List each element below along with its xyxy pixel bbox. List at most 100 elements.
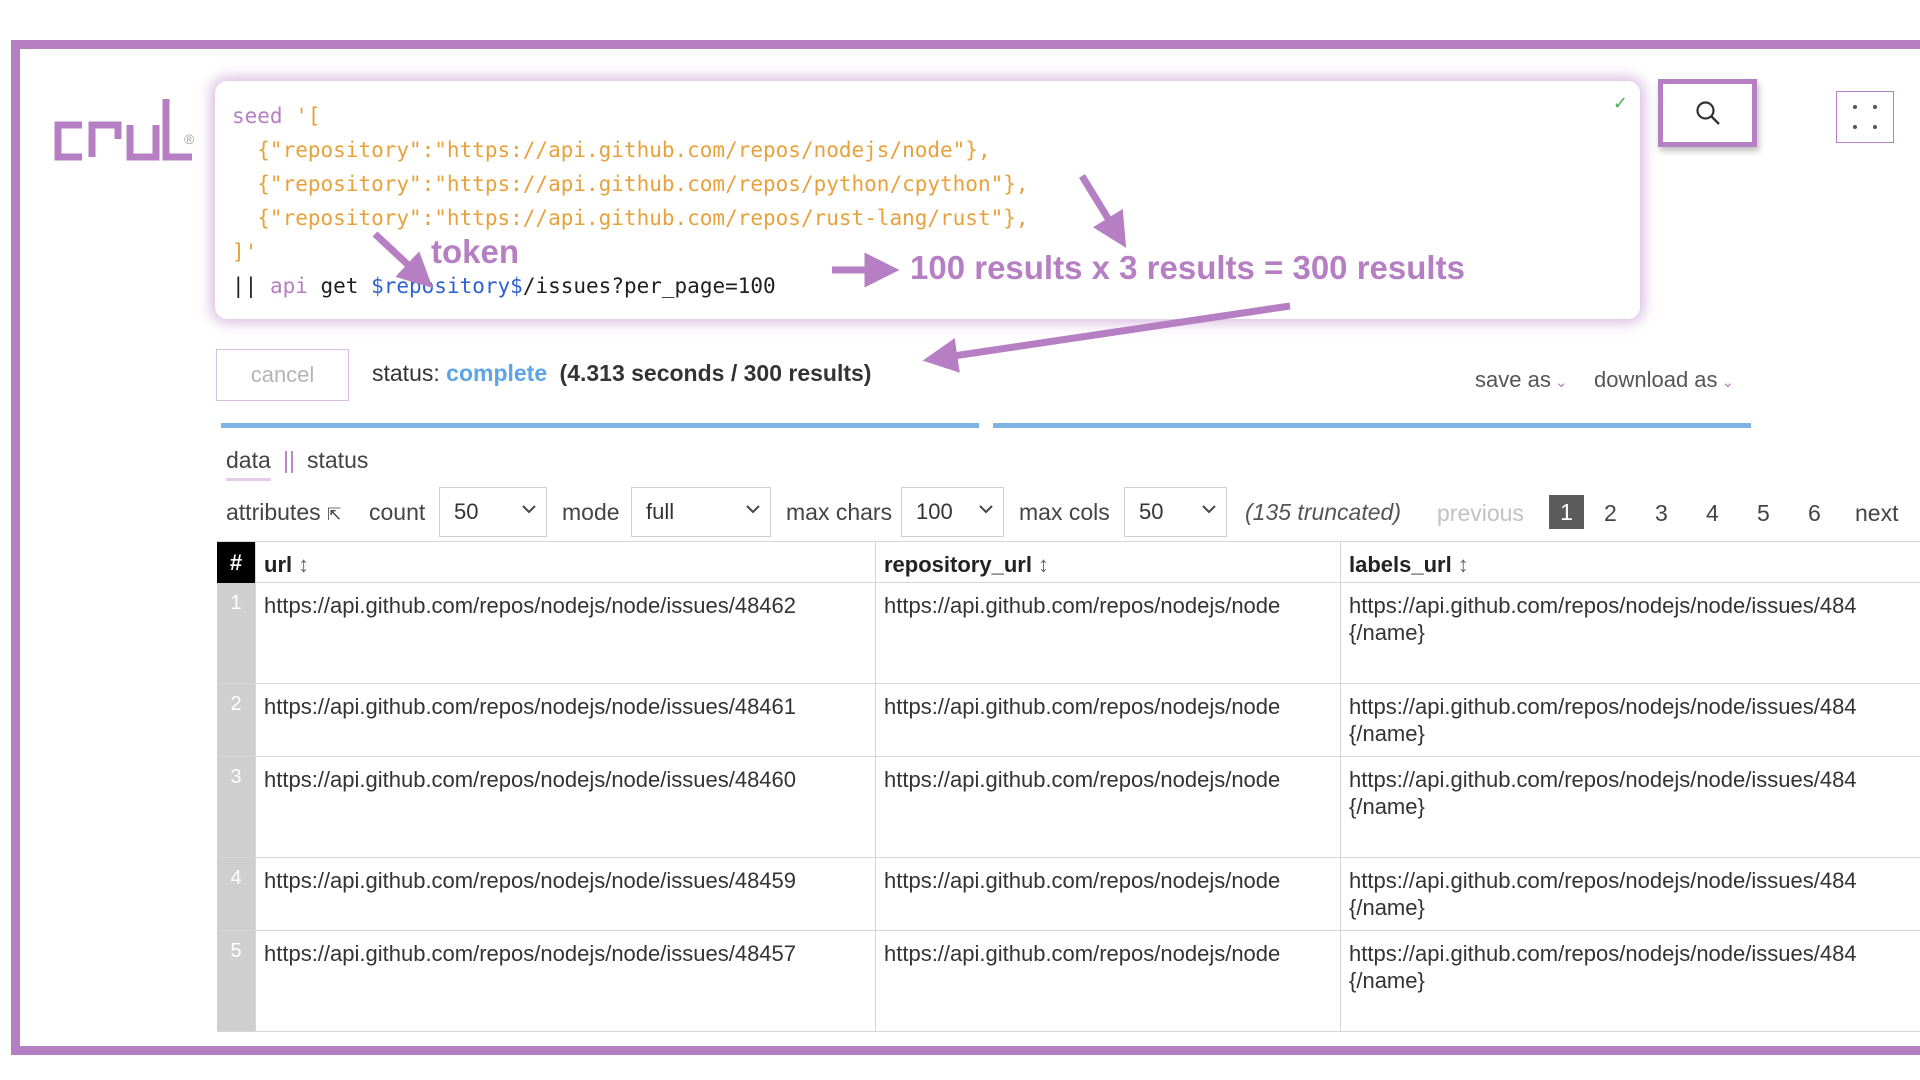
cell-repository-url: https://api.github.com/repos/nodejs/node xyxy=(875,583,1340,683)
max-cols-label: max cols xyxy=(1019,499,1110,525)
max-chars-value: 100 xyxy=(916,499,953,524)
editor-line: {"repository":"https://api.github.com/re… xyxy=(232,133,1640,167)
keyword-seed: seed xyxy=(232,104,283,128)
tab-data[interactable]: data xyxy=(226,447,271,481)
max-chars-label: max chars xyxy=(786,499,893,525)
table-row[interactable]: 4 https://api.github.com/repos/nodejs/no… xyxy=(217,858,1920,931)
cell-repository-url: https://api.github.com/repos/nodejs/node xyxy=(875,931,1340,1031)
pipe-operator: || xyxy=(232,274,270,298)
save-as-dropdown[interactable]: save as ⌄ xyxy=(1475,367,1567,393)
column-name: url xyxy=(264,552,293,577)
tab-separator: || xyxy=(283,447,295,473)
download-as-label: download as xyxy=(1594,367,1718,392)
row-index: 3 xyxy=(217,757,255,857)
cell-line: https://api.github.com/repos/nodejs/node… xyxy=(1349,868,1857,893)
column-header-labels-url[interactable]: labels_url ↕ xyxy=(1340,542,1920,584)
download-as-dropdown[interactable]: download as ⌄ xyxy=(1594,367,1734,393)
cell-line: {/name} xyxy=(1349,721,1425,746)
row-index: 5 xyxy=(217,931,255,1031)
column-header-url[interactable]: url ↕ xyxy=(255,542,875,584)
editor-line: {"repository":"https://api.github.com/re… xyxy=(232,167,1640,201)
row-index: 1 xyxy=(217,583,255,683)
search-button[interactable] xyxy=(1658,79,1757,147)
cell-labels-url: https://api.github.com/repos/nodejs/node… xyxy=(1340,931,1920,1031)
table-row[interactable]: 1 https://api.github.com/repos/nodejs/no… xyxy=(217,583,1920,684)
table-row[interactable]: 3 https://api.github.com/repos/nodejs/no… xyxy=(217,757,1920,858)
page-3-link[interactable]: 3 xyxy=(1655,500,1668,527)
table-row[interactable]: 5 https://api.github.com/repos/nodejs/no… xyxy=(217,931,1920,1032)
registered-mark: ® xyxy=(184,131,195,147)
row-index: 4 xyxy=(217,858,255,930)
cell-url: https://api.github.com/repos/nodejs/node… xyxy=(255,931,875,1031)
cell-labels-url: https://api.github.com/repos/nodejs/node… xyxy=(1340,684,1920,756)
editor-line-text: {"repository":"https://api.github.com/re… xyxy=(232,138,991,162)
count-select[interactable]: 50 xyxy=(439,487,547,537)
chevron-down-icon: ⌄ xyxy=(1721,374,1735,391)
index-header: # xyxy=(217,542,255,584)
column-header-repository-url[interactable]: repository_url ↕ xyxy=(875,542,1340,584)
editor-line-text: {"repository":"https://api.github.com/re… xyxy=(232,172,1029,196)
tab-status[interactable]: status xyxy=(307,447,368,474)
page-2-link[interactable]: 2 xyxy=(1604,500,1617,527)
progress-bar-left xyxy=(221,423,979,428)
mode-select[interactable]: full xyxy=(631,487,771,537)
command-get: get xyxy=(307,274,372,298)
cell-line: {/name} xyxy=(1349,968,1425,993)
save-as-label: save as xyxy=(1475,367,1551,392)
count-label: count xyxy=(369,499,426,525)
cell-url: https://api.github.com/repos/nodejs/node… xyxy=(255,858,875,930)
mode-value: full xyxy=(646,499,675,524)
page-6-link[interactable]: 6 xyxy=(1808,500,1821,527)
cell-line: https://api.github.com/repos/nodejs/node… xyxy=(1349,593,1857,618)
cell-labels-url: https://api.github.com/repos/nodejs/node… xyxy=(1340,583,1920,683)
editor-line-text: '[ xyxy=(282,104,321,128)
column-name: labels_url xyxy=(1349,552,1452,577)
cell-labels-url: https://api.github.com/repos/nodejs/node… xyxy=(1340,757,1920,857)
cancel-button[interactable]: cancel xyxy=(216,349,349,401)
cell-url: https://api.github.com/repos/nodejs/node… xyxy=(255,583,875,683)
editor-line: {"repository":"https://api.github.com/re… xyxy=(232,201,1640,235)
page-5-link[interactable]: 5 xyxy=(1757,500,1770,527)
check-icon: ✓ xyxy=(1612,93,1628,114)
expand-arrow-icon: ⇱ xyxy=(327,505,342,524)
editor-line-text: {"repository":"https://api.github.com/re… xyxy=(232,206,1029,230)
cell-line: {/name} xyxy=(1349,794,1425,819)
query-status: status: complete (4.313 seconds / 300 re… xyxy=(372,360,871,387)
sort-icon[interactable]: ↕ xyxy=(1458,552,1469,577)
attributes-label: attributes xyxy=(226,499,321,525)
editor-line-text: ]' xyxy=(232,240,258,264)
cell-labels-url: https://api.github.com/repos/nodejs/node… xyxy=(1340,858,1920,930)
next-page-link[interactable]: next xyxy=(1855,500,1898,527)
attributes-toggle[interactable]: attributes ⇱ xyxy=(226,499,341,526)
cell-repository-url: https://api.github.com/repos/nodejs/node xyxy=(875,684,1340,756)
url-path: /issues?per_page=100 xyxy=(522,274,776,298)
search-icon xyxy=(1695,101,1720,125)
cell-url: https://api.github.com/repos/nodejs/node… xyxy=(255,757,875,857)
token-repository: $repository$ xyxy=(371,274,523,298)
chevron-down-icon: ⌄ xyxy=(1554,374,1568,391)
sort-icon[interactable]: ↕ xyxy=(298,552,309,577)
page-4-link[interactable]: 4 xyxy=(1706,500,1719,527)
page-1-button[interactable]: 1 xyxy=(1549,495,1584,529)
mode-label: mode xyxy=(562,499,620,525)
max-chars-select[interactable]: 100 xyxy=(901,487,1004,537)
column-name: repository_url xyxy=(884,552,1032,577)
sort-icon[interactable]: ↕ xyxy=(1038,552,1049,577)
max-cols-select[interactable]: 50 xyxy=(1124,487,1227,537)
cell-url: https://api.github.com/repos/nodejs/node… xyxy=(255,684,875,756)
table-row[interactable]: 2 https://api.github.com/repos/nodejs/no… xyxy=(217,684,1920,757)
row-index: 2 xyxy=(217,684,255,756)
previous-page-link[interactable]: previous xyxy=(1437,500,1524,527)
menu-button[interactable] xyxy=(1836,91,1894,143)
cell-line: https://api.github.com/repos/nodejs/node… xyxy=(1349,941,1857,966)
chevron-down-icon xyxy=(979,505,993,514)
max-cols-value: 50 xyxy=(1139,499,1164,524)
progress-bar-right xyxy=(993,423,1751,428)
cell-line: {/name} xyxy=(1349,620,1425,645)
annotation-token: token xyxy=(431,233,520,270)
chevron-down-icon xyxy=(1202,505,1216,514)
crul-logo xyxy=(54,99,192,161)
cell-line: https://api.github.com/repos/nodejs/node… xyxy=(1349,767,1857,792)
chevron-down-icon xyxy=(522,505,536,514)
chevron-down-icon xyxy=(746,505,760,514)
